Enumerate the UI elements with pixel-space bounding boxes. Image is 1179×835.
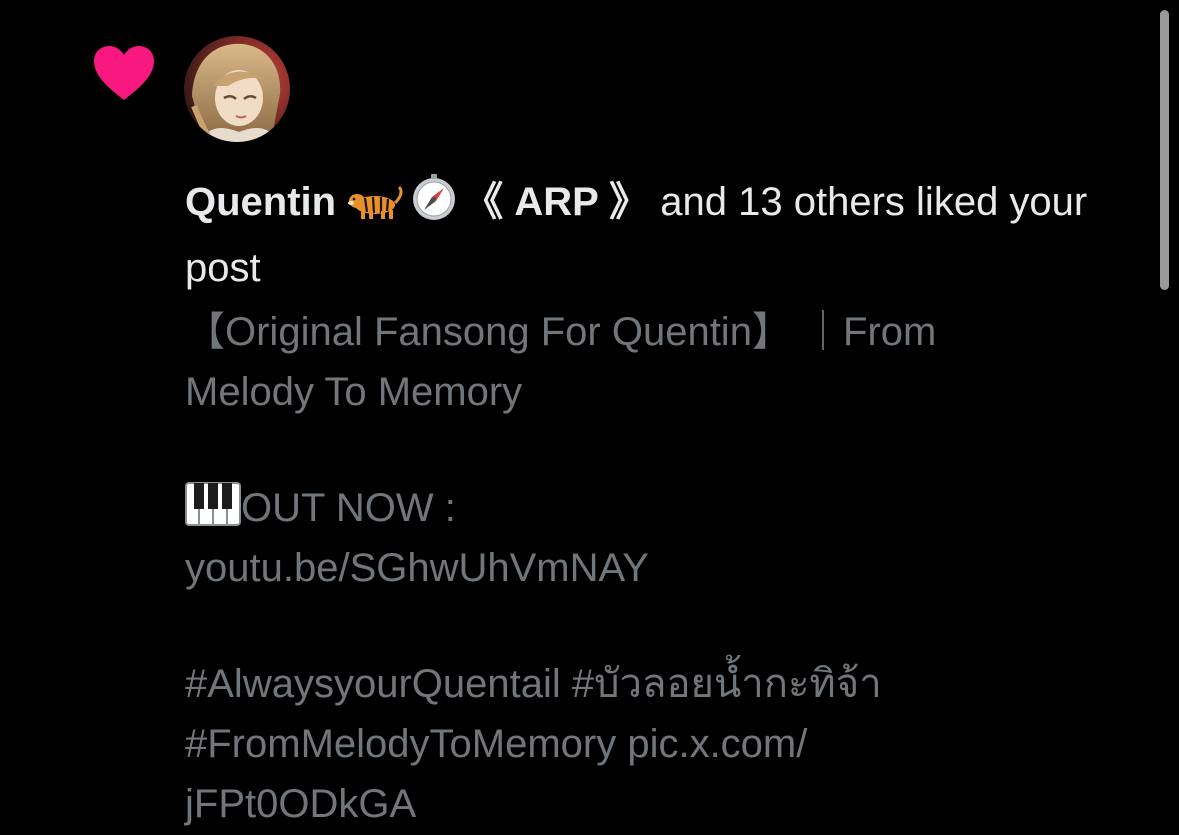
notification-screen: Quentin 《 ARP 》 and 13 others liked your… [0,0,1179,835]
actor-tag[interactable]: 《 ARP 》 [463,180,649,224]
hashtags-line-2[interactable]: #FromMelodyToMemory pic.x.com/ [185,714,1145,774]
post-preview[interactable]: 【Original Fansong For Quentin】 ｜From Mel… [185,302,1145,834]
user-avatar[interactable] [184,36,290,142]
hashtags-line-1[interactable]: #AlwaysyourQuentail #บัวลอยน้ำกะทิจ้า [185,654,1145,714]
actor-name[interactable]: Quentin [185,180,336,224]
tiger-emoji [347,178,405,238]
compass-emoji [405,173,463,238]
youtube-link[interactable]: youtu.be/SGhwUhVmNAY [185,538,1145,598]
pic-link-line[interactable]: jFPt0ODkGA [185,774,1145,834]
notification-headline[interactable]: Quentin 《 ARP 》 and 13 others liked your… [185,172,1145,298]
heart-icon [94,46,154,100]
post-out-now-line: OUT NOW : [185,478,1145,538]
post-title-line-2: Melody To Memory [185,370,523,414]
post-title-line-1: 【Original Fansong For Quentin】 ｜From [185,310,937,354]
scrollbar[interactable] [1160,10,1169,290]
out-now-label: OUT NOW : [241,486,456,530]
piano-emoji [185,481,241,544]
